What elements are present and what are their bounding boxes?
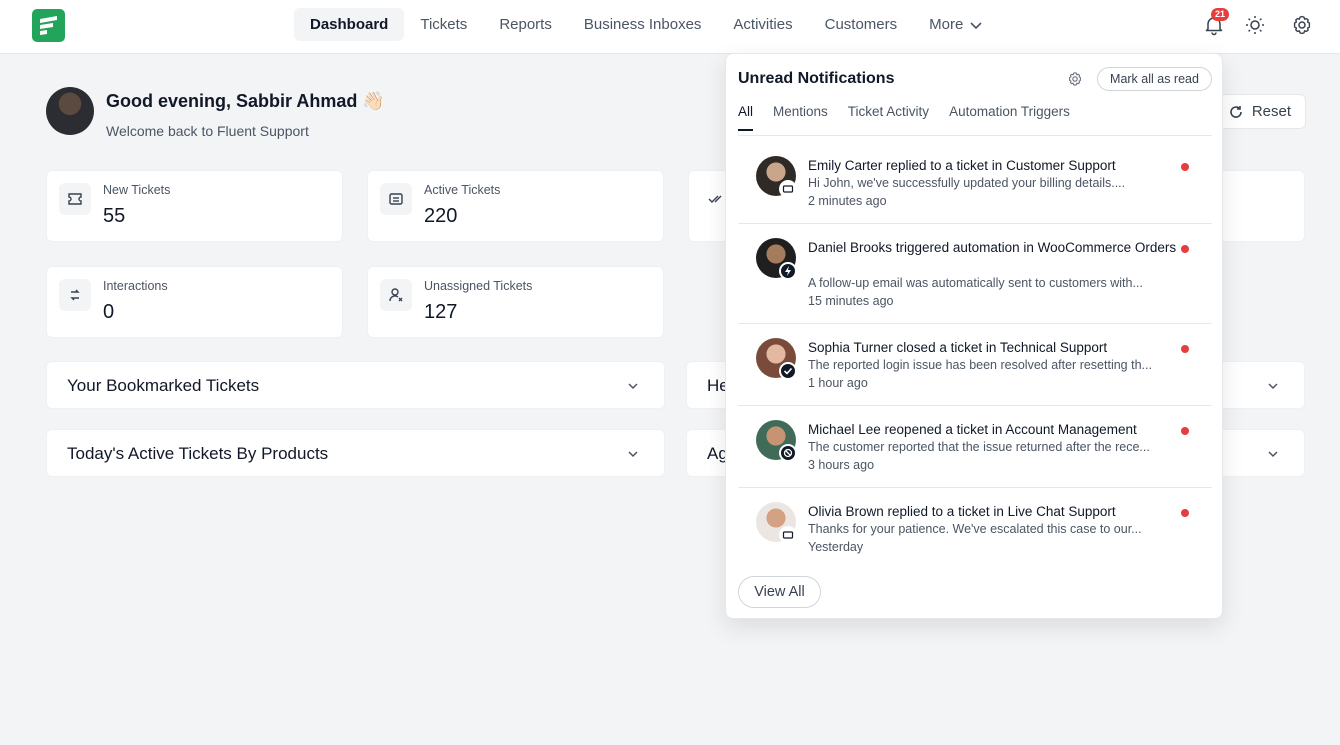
panel-title: Your Bookmarked Tickets (67, 376, 260, 395)
stat-label: New Tickets (103, 183, 171, 197)
stat-card-unassigned-tickets[interactable]: Unassigned Tickets 127 (367, 266, 664, 338)
stat-value: 0 (103, 301, 115, 323)
unread-dot (1181, 163, 1189, 171)
unread-dot (1181, 245, 1189, 253)
notification-item[interactable]: Olivia Brown replied to a ticket in Live… (738, 488, 1212, 564)
stat-value: 127 (424, 301, 458, 323)
refresh-icon (1230, 105, 1242, 118)
chevron-down-icon (1268, 451, 1278, 458)
stat-value: 55 (103, 205, 126, 227)
notification-title: Olivia Brown replied to a ticket in Live… (808, 504, 1116, 519)
notifications-title: Unread Notifications (738, 70, 895, 87)
notification-title: Emily Carter replied to a ticket in Cust… (808, 158, 1116, 173)
ticket-open-icon (380, 183, 412, 215)
nav-business-inboxes[interactable]: Business Inboxes (568, 8, 718, 41)
chevron-down-icon (970, 21, 982, 29)
unread-dot (1181, 345, 1189, 353)
notification-body: Hi John, we've successfully updated your… (808, 176, 1126, 190)
gear-icon[interactable] (1291, 14, 1313, 36)
user-avatar (46, 87, 94, 135)
nav-customers[interactable]: Customers (809, 8, 914, 41)
notification-time: 2 minutes ago (808, 194, 887, 208)
fluent-support-logo[interactable] (32, 9, 65, 42)
chevron-down-icon (628, 383, 638, 390)
notifications-dropdown: Unread Notifications Mark all as read Al… (725, 53, 1223, 619)
tab-automation-triggers[interactable]: Automation Triggers (949, 104, 1070, 131)
tab-mentions[interactable]: Mentions (773, 104, 828, 131)
reset-label: Reset (1251, 103, 1291, 120)
notification-body: The customer reported that the issue ret… (808, 440, 1150, 454)
nav-more-dropdown[interactable]: More (913, 8, 999, 41)
user-x-icon (380, 279, 412, 311)
panel-active-tickets-by-products[interactable]: Today's Active Tickets By Products (46, 429, 665, 477)
ticket-icon (59, 183, 91, 215)
notification-body: A follow-up email was automatically sent… (808, 276, 1143, 290)
reply-icon (779, 180, 797, 198)
nav-reports[interactable]: Reports (483, 8, 568, 41)
nav-activities[interactable]: Activities (717, 8, 808, 41)
stat-label: Unassigned Tickets (424, 279, 533, 293)
notification-item[interactable]: Daniel Brooks triggered automation in Wo… (738, 224, 1212, 324)
unread-dot (1181, 427, 1189, 435)
interaction-icon (59, 279, 91, 311)
chevron-down-icon (628, 451, 638, 458)
notification-item[interactable]: Michael Lee reopened a ticket in Account… (738, 406, 1212, 488)
nav-tickets[interactable]: Tickets (404, 8, 483, 41)
notification-body: Thanks for your patience. We've escalate… (808, 522, 1142, 536)
tab-all[interactable]: All (738, 104, 754, 131)
reply-icon (779, 526, 797, 544)
notification-body: The reported login issue has been resolv… (808, 358, 1152, 372)
notification-time: 3 hours ago (808, 458, 875, 472)
settings-gear-icon[interactable] (1067, 71, 1083, 87)
stat-card-interactions[interactable]: Interactions 0 (46, 266, 343, 338)
view-all-button[interactable]: View All (738, 576, 821, 608)
greeting-title: Good evening, Sabbir Ahmad 👋🏻 (106, 91, 385, 111)
notification-item[interactable]: Emily Carter replied to a ticket in Cust… (738, 136, 1212, 224)
stat-label: Interactions (103, 279, 168, 293)
top-navigation-bar: Dashboard Tickets Reports Business Inbox… (0, 0, 1340, 54)
logo-mark-icon (40, 16, 57, 35)
chevron-down-icon (1268, 383, 1278, 390)
notification-title: Michael Lee reopened a ticket in Account… (808, 422, 1137, 437)
stat-label: Active Tickets (424, 183, 501, 197)
notification-time: Yesterday (808, 540, 864, 554)
sun-icon[interactable] (1244, 14, 1266, 36)
nav-more-label: More (929, 16, 964, 33)
nav-dashboard[interactable]: Dashboard (294, 8, 405, 41)
stat-value: 220 (424, 205, 458, 227)
check-icon (779, 362, 797, 380)
reopen-icon (779, 444, 797, 462)
mark-all-read-button[interactable]: Mark all as read (1097, 67, 1212, 91)
notification-tabs: All Mentions Ticket Activity Automation … (738, 104, 1090, 131)
panel-title: Today's Active Tickets By Products (67, 444, 329, 463)
notification-time: 1 hour ago (808, 376, 868, 390)
notification-item[interactable]: Sophia Turner closed a ticket in Technic… (738, 324, 1212, 406)
stat-card-active-tickets[interactable]: Active Tickets 220 (367, 170, 664, 242)
tab-ticket-activity[interactable]: Ticket Activity (848, 104, 929, 131)
stat-card-new-tickets[interactable]: New Tickets 55 (46, 170, 343, 242)
lightning-icon (779, 262, 797, 280)
reset-button[interactable]: Reset (1212, 94, 1306, 129)
greeting-subtitle: Welcome back to Fluent Support (106, 123, 309, 139)
unread-dot (1181, 509, 1189, 517)
notification-count-badge: 21 (1211, 8, 1230, 21)
notification-title: Daniel Brooks triggered automation in Wo… (808, 240, 1177, 255)
panel-bookmarked-tickets[interactable]: Your Bookmarked Tickets (46, 361, 665, 409)
main-nav: Dashboard Tickets Reports Business Inbox… (294, 8, 999, 41)
notification-title: Sophia Turner closed a ticket in Technic… (808, 340, 1108, 355)
notification-time: 15 minutes ago (808, 294, 894, 308)
